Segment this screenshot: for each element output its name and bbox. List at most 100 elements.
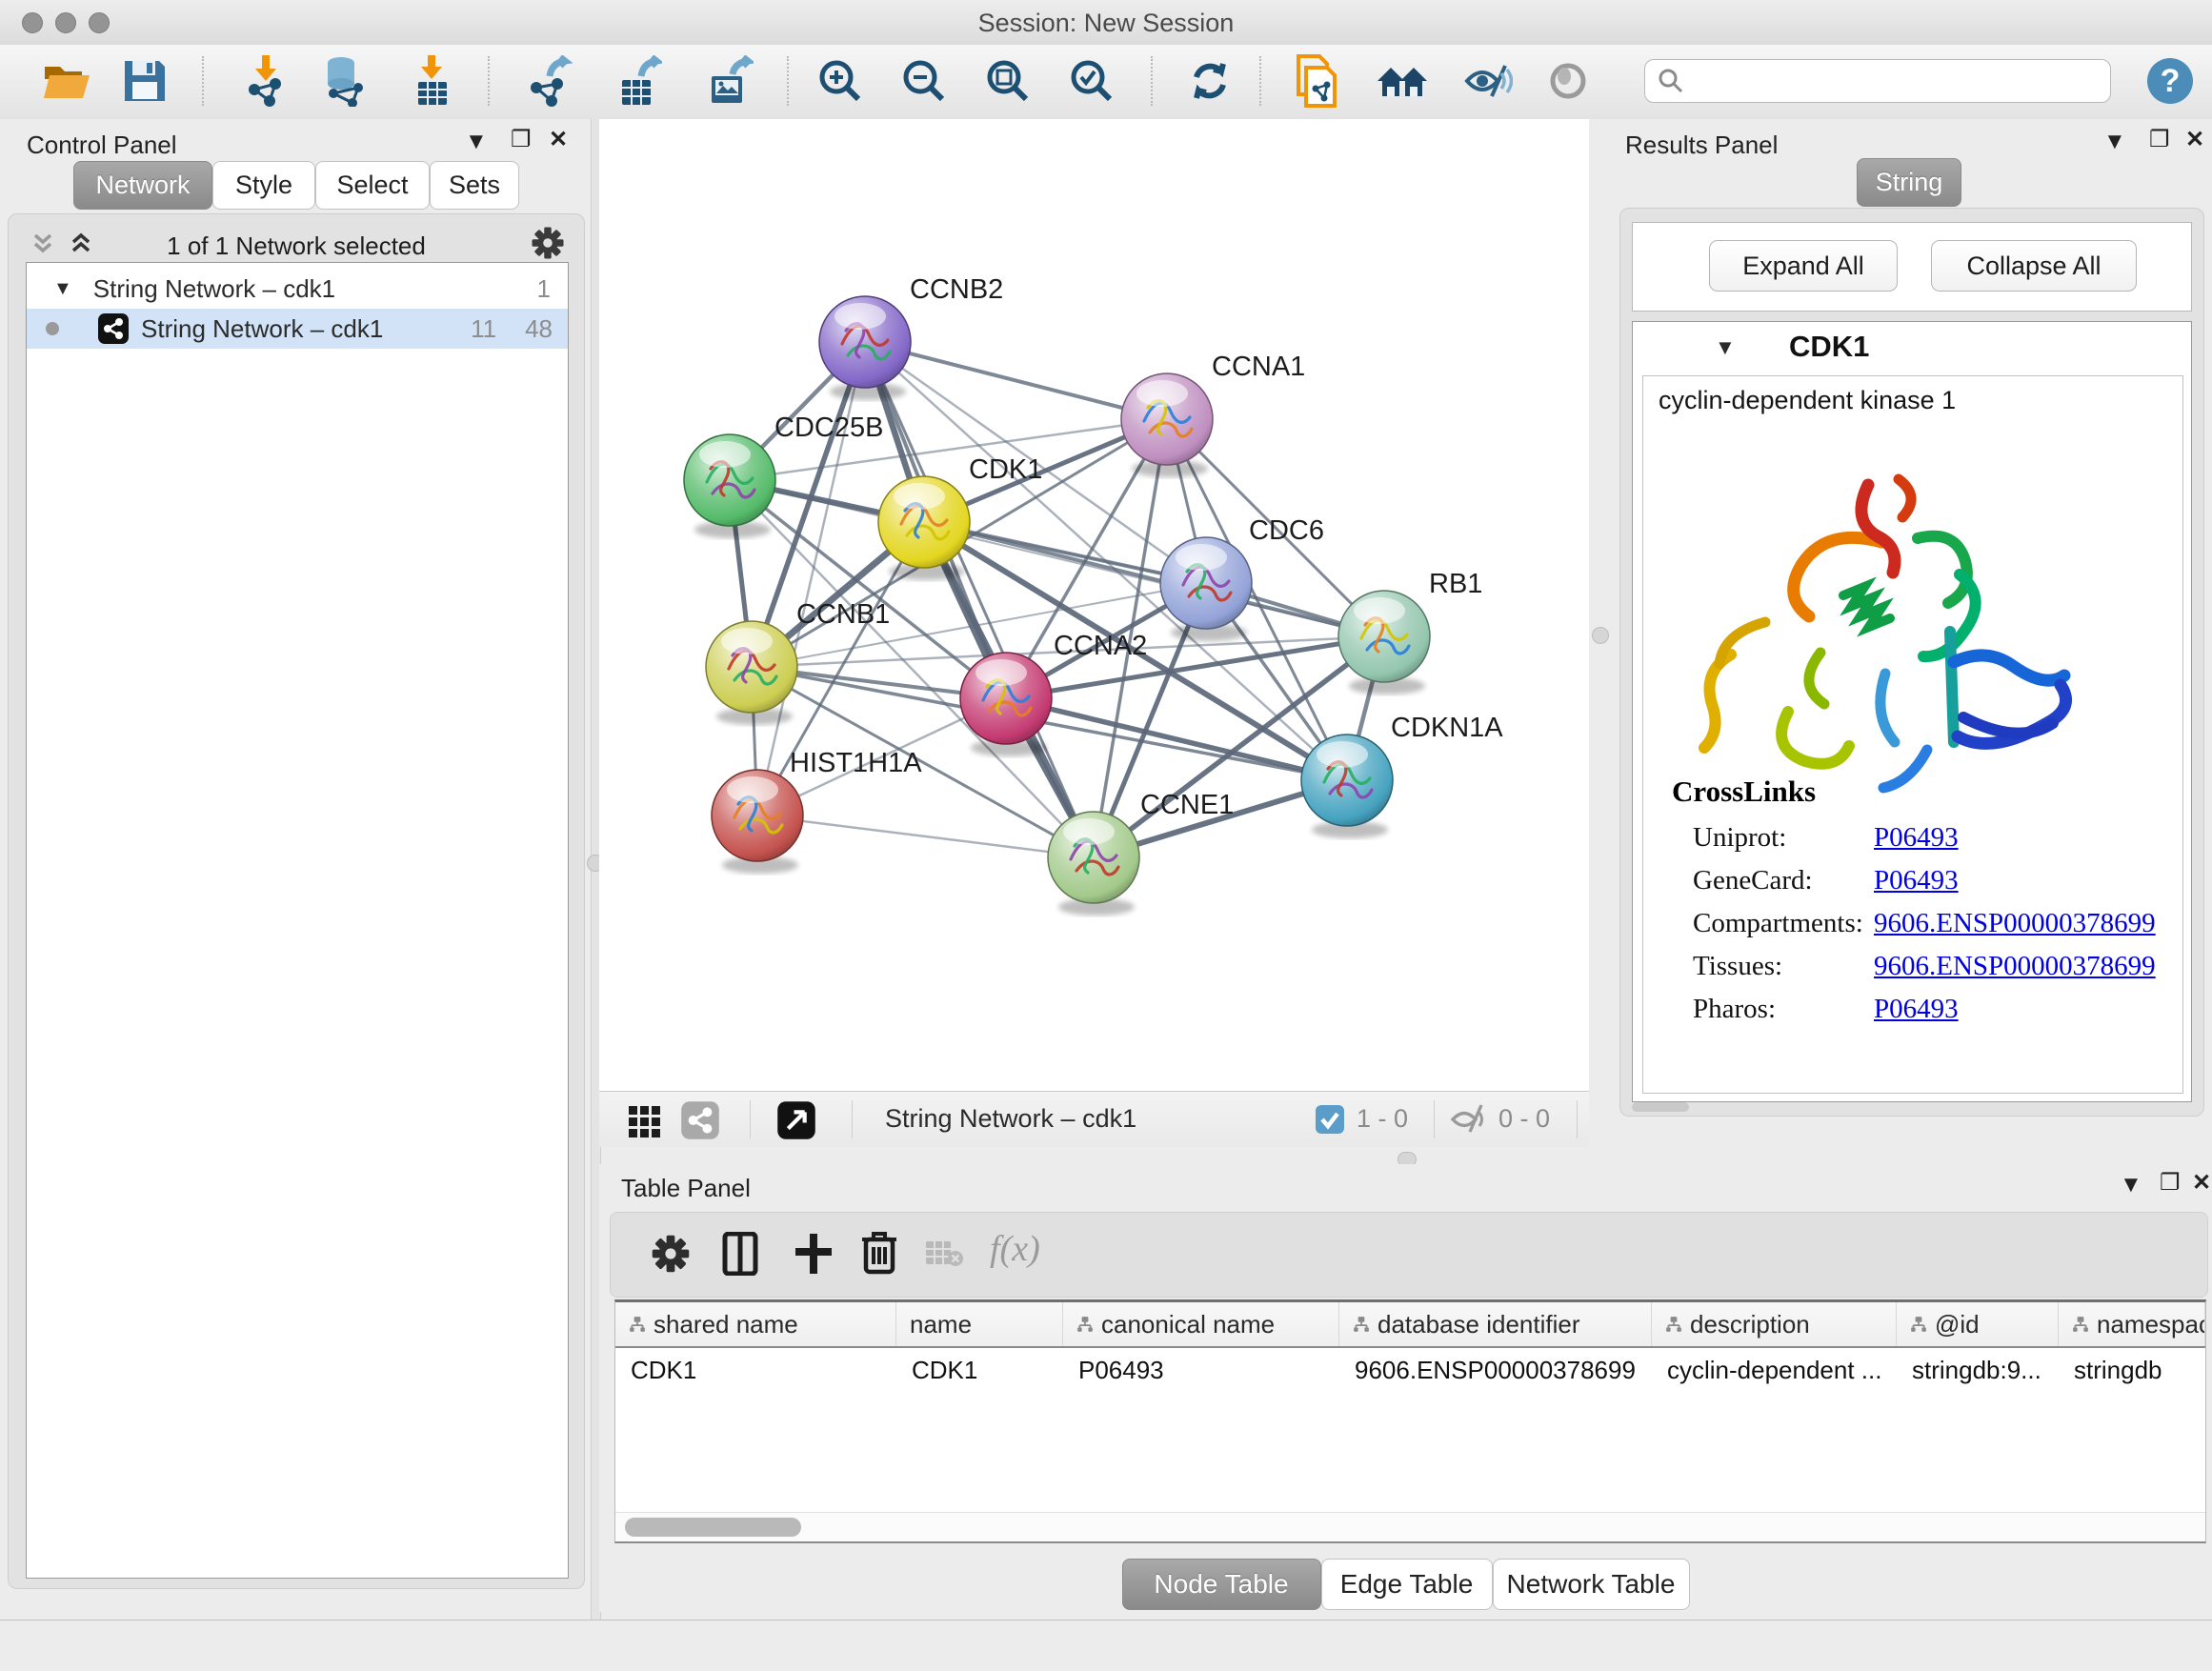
network-node-CDKN1A[interactable]: CDKN1A xyxy=(1301,713,1503,838)
column-header-namespace[interactable]: namespace xyxy=(2059,1302,2205,1346)
export-image-button[interactable] xyxy=(701,52,758,110)
network-snapshot-button[interactable] xyxy=(1288,52,1345,110)
refresh-layout-button[interactable] xyxy=(1181,52,1238,110)
delete-column-icon[interactable] xyxy=(860,1230,898,1280)
column-header-canonical-name[interactable]: canonical name xyxy=(1063,1302,1339,1346)
zoom-out-icon xyxy=(900,57,948,105)
crosslink-link-genecard-[interactable]: P06493 xyxy=(1874,865,1959,896)
network-node-CDK1[interactable]: CDK1 xyxy=(878,454,1042,580)
results-panel-float-icon[interactable]: ❐ xyxy=(2149,129,2170,151)
table-panel-float-icon[interactable]: ❐ xyxy=(2160,1172,2181,1195)
tab-edge-table[interactable]: Edge Table xyxy=(1321,1559,1493,1610)
network-tree: ▼ String Network – cdk1 1 String Network… xyxy=(26,262,569,1579)
column-header-shared-name[interactable]: shared name xyxy=(615,1302,896,1346)
tab-style[interactable]: Style xyxy=(212,161,315,210)
network-options-gear-icon[interactable] xyxy=(531,226,565,265)
tab-node-table[interactable]: Node Table xyxy=(1122,1559,1321,1610)
export-table-button[interactable] xyxy=(610,52,667,110)
add-column-icon[interactable] xyxy=(794,1232,834,1280)
results-panel-close-icon[interactable]: ✕ xyxy=(2185,129,2204,151)
zoom-out-button[interactable] xyxy=(895,52,953,110)
node-label-CCNB2: CCNB2 xyxy=(910,274,1003,305)
expand-all-button[interactable]: Expand All xyxy=(1709,240,1898,292)
column-header-database-identifier[interactable]: database identifier xyxy=(1339,1302,1652,1346)
eye-disabled-button[interactable] xyxy=(1539,52,1597,110)
zoom-fit-button[interactable] xyxy=(979,52,1036,110)
selected-node-edge-count: 1 - 0 xyxy=(1357,1104,1408,1134)
open-session-button[interactable] xyxy=(38,52,95,110)
network-edge-CCNE1-HIST1H1A[interactable] xyxy=(757,815,1094,857)
tab-network[interactable]: Network xyxy=(73,161,212,210)
gene-disclosure-icon[interactable]: ▼ xyxy=(1715,335,1736,360)
show-columns-icon[interactable] xyxy=(721,1232,759,1280)
crosslink-link-pharos-[interactable]: P06493 xyxy=(1874,994,1959,1025)
import-table-button[interactable] xyxy=(404,52,461,110)
toolbar-separator xyxy=(202,56,204,106)
collection-disclosure-icon[interactable]: ▼ xyxy=(53,278,72,300)
crosslink-link-compartments-[interactable]: 9606.ENSP00000378699 xyxy=(1874,908,2156,939)
results-scrollbar-thumb[interactable] xyxy=(1632,1102,1689,1112)
zoom-in-icon xyxy=(816,57,864,105)
zoom-in-button[interactable] xyxy=(812,52,869,110)
expand-collapse-bar: Expand All Collapse All xyxy=(1632,222,2192,312)
network-node-CCNA1[interactable]: CCNA1 xyxy=(1121,352,1305,477)
tab-sets[interactable]: Sets xyxy=(430,161,519,210)
tab-network-table[interactable]: Network Table xyxy=(1493,1559,1690,1610)
control-panel-float-icon[interactable]: ❐ xyxy=(511,129,532,151)
selected-checkbox-icon[interactable] xyxy=(1315,1104,1345,1139)
detach-view-icon[interactable] xyxy=(776,1100,816,1145)
zoom-selected-button[interactable] xyxy=(1063,52,1120,110)
column-header-label: description xyxy=(1690,1310,1810,1339)
zoom-selected-icon xyxy=(1068,57,1116,105)
table-row[interactable]: CDK1CDK1P064939606.ENSP00000378699cyclin… xyxy=(615,1348,2205,1392)
crosslink-row: GeneCard:P06493 xyxy=(1693,859,2169,902)
network-graph: CCNB2CCNA1CDC25BCDK1CDC6RB1CCNB1CCNA2CDK… xyxy=(599,119,1589,1091)
network-node-HIST1H1A[interactable]: HIST1H1A xyxy=(712,748,922,874)
string-view-icon[interactable] xyxy=(680,1100,720,1145)
network-node-RB1[interactable]: RB1 xyxy=(1338,569,1482,695)
column-header-description[interactable]: description xyxy=(1652,1302,1897,1346)
collection-label: String Network – cdk1 xyxy=(93,274,335,304)
network-node-CCNB2[interactable]: CCNB2 xyxy=(819,274,1003,400)
hidden-eye-icon[interactable] xyxy=(1449,1103,1489,1140)
vertical-splitter-right[interactable] xyxy=(1589,119,1610,1170)
crosslink-link-uniprot-[interactable]: P06493 xyxy=(1874,822,1959,854)
delete-table-icon xyxy=(925,1239,963,1273)
tab-string[interactable]: String xyxy=(1857,158,1961,207)
crosslink-link-tissues-[interactable]: 9606.ENSP00000378699 xyxy=(1874,951,2156,982)
control-panel-menu-icon[interactable]: ▼ xyxy=(465,131,488,153)
network-row-selected[interactable]: String Network – cdk1 11 48 xyxy=(27,309,568,349)
collapse-all-button[interactable]: Collapse All xyxy=(1931,240,2137,292)
footer-separator xyxy=(1434,1100,1435,1138)
import-database-button[interactable] xyxy=(316,52,373,110)
node-label-CCNB1: CCNB1 xyxy=(796,599,890,630)
string-home-button[interactable] xyxy=(1374,52,1431,110)
network-edge-CCNE1-CCNB2[interactable] xyxy=(865,342,1094,857)
table-panel-close-icon[interactable]: ✕ xyxy=(2192,1172,2211,1195)
network-collection-row[interactable]: ▼ String Network – cdk1 1 xyxy=(27,269,568,309)
table-settings-icon[interactable] xyxy=(651,1234,691,1278)
network-node-count: 11 xyxy=(471,314,496,344)
table-panel-menu-icon[interactable]: ▼ xyxy=(2120,1174,2142,1197)
save-session-button[interactable] xyxy=(116,52,173,110)
network-node-CCNE1[interactable]: CCNE1 xyxy=(1048,790,1234,916)
control-panel-close-icon[interactable]: ✕ xyxy=(549,129,568,151)
grid-view-icon[interactable] xyxy=(627,1102,663,1143)
splitter-handle-right[interactable] xyxy=(1592,627,1609,644)
crosslink-row: Uniprot:P06493 xyxy=(1693,816,2169,859)
help-button[interactable]: ? xyxy=(2142,52,2199,110)
network-node-CDC6[interactable]: CDC6 xyxy=(1160,515,1324,641)
export-network-button[interactable] xyxy=(520,52,577,110)
network-view-canvas[interactable]: CCNB2CCNA1CDC25BCDK1CDC6RB1CCNB1CCNA2CDK… xyxy=(599,119,1589,1091)
network-edge-CCNB2-CCNA1[interactable] xyxy=(865,342,1167,419)
network-node-CDC25B[interactable]: CDC25B xyxy=(684,413,883,538)
column-header-name[interactable]: name xyxy=(896,1302,1063,1346)
table-hscrollbar-thumb[interactable] xyxy=(625,1518,801,1537)
import-network-button[interactable] xyxy=(236,52,293,110)
search-input[interactable] xyxy=(1685,67,2089,95)
column-header--id[interactable]: @id xyxy=(1897,1302,2059,1346)
string-results-container: Expand All Collapse All ▼ CDK1 cyclin-de… xyxy=(1619,208,2204,1117)
results-panel-menu-icon[interactable]: ▼ xyxy=(2103,131,2126,153)
tab-select[interactable]: Select xyxy=(315,161,430,210)
hide-unhide-button[interactable] xyxy=(1459,52,1517,110)
